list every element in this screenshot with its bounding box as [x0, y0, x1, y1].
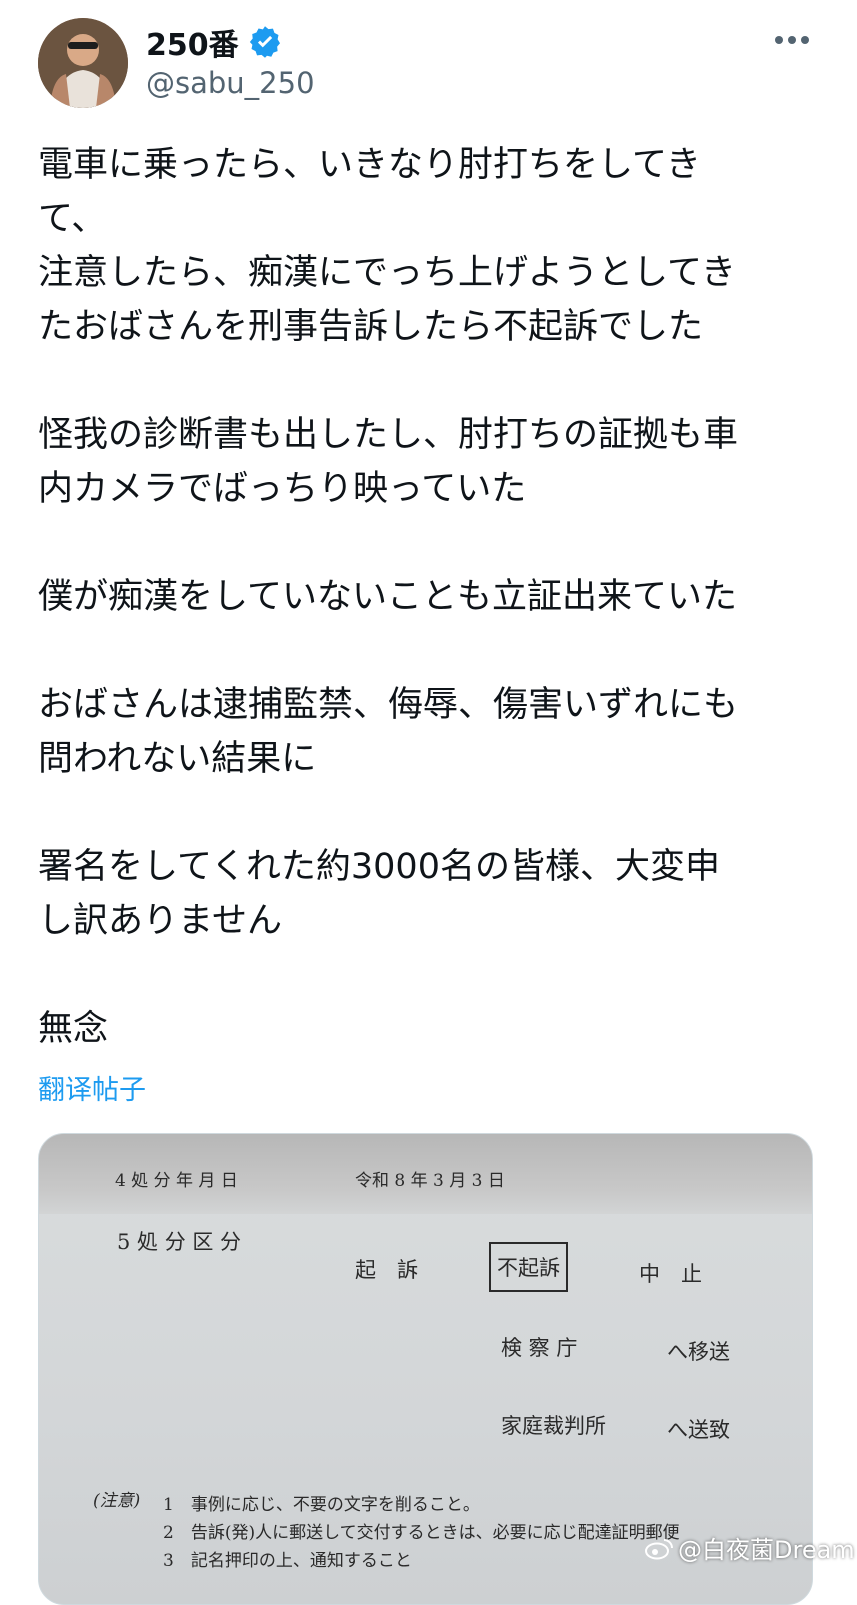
- doc-souchi: へ送致: [667, 1418, 730, 1442]
- doc-note2: 2 告訴(発)人に郵送して交付するときは、必要に応じ配達証明郵便: [163, 1523, 680, 1543]
- tweet-line: おばさんは逮捕監禁、侮辱、傷害いずれにも: [38, 685, 739, 725]
- tweet-line: て、: [38, 199, 107, 239]
- tweet-text: 電車に乗ったら、いきなり肘打ちをしてき て、 注意したら、痴漢にでっち上げようと…: [38, 138, 818, 1056]
- tweet-line: 電車に乗ったら、いきなり肘打ちをしてき: [38, 145, 701, 185]
- watermark-text: @白夜菌Dream: [678, 1536, 855, 1564]
- watermark: @白夜菌Dream: [644, 1530, 855, 1565]
- verified-badge-icon: [249, 26, 280, 58]
- tweet-line: 僕が痴漢をしていないことも立証出来ていた: [38, 577, 737, 617]
- avatar-photo: [38, 18, 128, 108]
- doc-chushi: 中 止: [639, 1262, 702, 1286]
- tweet-line: し訳ありません: [38, 901, 282, 941]
- doc-kensatsucho: 検 察 庁: [501, 1336, 578, 1360]
- avatar[interactable]: [38, 18, 128, 108]
- display-name-text: 250番: [146, 28, 239, 63]
- tweet-line: 問われない結果に: [38, 739, 317, 779]
- doc-fukiso-boxed: 不起訴: [489, 1242, 568, 1292]
- tweet-line: 無念: [38, 1009, 109, 1049]
- doc-date: 令和 8 年 3 月 3 日: [355, 1171, 505, 1191]
- more-options-icon[interactable]: [770, 24, 814, 56]
- doc-row4-label: 4 処 分 年 月 日: [115, 1171, 238, 1191]
- translate-post-link[interactable]: 翻译帖子: [38, 1068, 146, 1107]
- doc-note-label: (注意): [93, 1491, 141, 1511]
- tweet-line: 注意したら、痴漢にでっち上げようとしてき: [38, 253, 736, 293]
- tweet-line: たおばさんを刑事告訴したら不起訴でした: [38, 307, 704, 347]
- doc-katei: 家庭裁判所: [501, 1414, 606, 1438]
- tweet-line: 内カメラでばっちり映っていた: [38, 469, 527, 509]
- doc-kiso: 起 訴: [355, 1258, 418, 1282]
- doc-note1: 1 事例に応じ、不要の文字を削ること。: [163, 1495, 480, 1515]
- doc-isou: へ移送: [667, 1340, 730, 1364]
- tweet-line: 怪我の診断書も出したし、肘打ちの証拠も車: [38, 415, 739, 455]
- weibo-logo-icon: [645, 1538, 673, 1559]
- user-handle[interactable]: @sabu_250: [146, 66, 315, 100]
- display-name[interactable]: 250番: [146, 20, 283, 64]
- doc-row5-label: 5 処 分 区 分: [117, 1230, 242, 1254]
- doc-note3: 3 記名押印の上、通知すること: [163, 1551, 412, 1571]
- tweet-line: 署名をしてくれた約3000名の皆様、大変申: [38, 847, 720, 887]
